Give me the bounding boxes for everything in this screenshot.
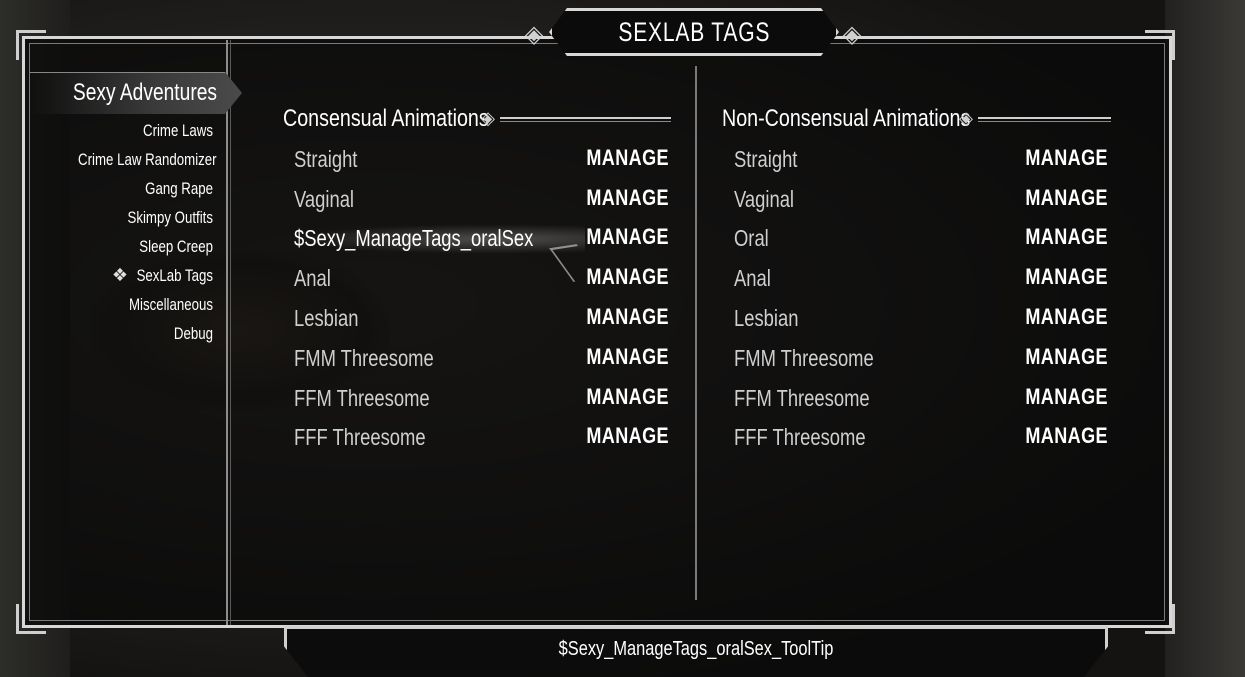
sidebar-item-sleep-creep[interactable]: Sleep Creep [78,235,213,259]
title-plate: SEXLAB TAGS [549,8,839,56]
consensual-manage-lesbian-button[interactable]: MANAGE [571,301,669,333]
consensual-manage-fff-button[interactable]: MANAGE [571,420,669,452]
consensual-manage-ffm-button[interactable]: MANAGE [571,381,669,413]
nonconsensual-row-label-oral: Oral [734,225,769,251]
sidebar-item-skimpy-outfits[interactable]: Skimpy Outfits [78,206,213,230]
sidebar-item-miscellaneous[interactable]: Miscellaneous [78,293,213,317]
sidebar-item-gang-rape[interactable]: Gang Rape [78,177,213,201]
nonconsensual-manage-fff-button[interactable]: MANAGE [1010,420,1108,452]
corner-ornament-top-left [16,30,46,60]
consensual-manage-fmm-button[interactable]: MANAGE [571,341,669,373]
corner-ornament-bottom-left [16,604,46,634]
nonconsensual-row-label-fff: FFF Threesome [734,424,866,450]
corner-ornament-top-right [1145,30,1175,60]
consensual-manage-oral-button[interactable]: MANAGE [571,221,669,253]
nonconsensual-heading-rule [978,117,1111,122]
consensual-row-label-fff: FFF Threesome [294,424,426,450]
consensual-heading-rule [500,117,671,122]
sidebar-mod-title[interactable]: Sexy Adventures [67,72,217,114]
nonconsensual-manage-lesbian-button[interactable]: MANAGE [1010,301,1108,333]
column-divider [695,66,697,600]
consensual-row-label-anal: Anal [294,265,331,291]
consensual-row-label-lesbian: Lesbian [294,305,359,331]
consensual-row-label-fmm: FMM Threesome [294,345,434,371]
consensual-heading: Consensual Animations [283,105,489,132]
nonconsensual-manage-oral-button[interactable]: MANAGE [1010,221,1108,253]
nonconsensual-row-label-ffm: FFM Threesome [734,385,870,411]
sidebar-item-crime-law-randomizer[interactable]: Crime Law Randomizer [78,148,217,172]
consensual-row-label-vaginal: Vaginal [294,186,355,212]
background-rock-right [1165,0,1245,677]
consensual-row-label-ffm: FFM Threesome [294,385,430,411]
sidebar-item-debug[interactable]: Debug [78,322,213,346]
title-right-ornament-icon: ◈ [842,20,862,48]
corner-ornament-bottom-right [1145,604,1175,634]
nonconsensual-manage-anal-button[interactable]: MANAGE [1010,261,1108,293]
nonconsensual-row-label-straight: Straight [734,146,798,172]
consensual-manage-straight-button[interactable]: MANAGE [571,142,669,174]
sidebar-divider [226,40,231,625]
nonconsensual-heading: Non-Consensual Animations [722,105,971,132]
consensual-manage-vaginal-button[interactable]: MANAGE [571,182,669,214]
consensual-row-label-straight: Straight [294,146,358,172]
nonconsensual-manage-ffm-button[interactable]: MANAGE [1010,381,1108,413]
nonconsensual-manage-vaginal-button[interactable]: MANAGE [1010,182,1108,214]
nonconsensual-manage-fmm-button[interactable]: MANAGE [1010,341,1108,373]
nonconsensual-row-label-vaginal: Vaginal [734,186,795,212]
consensual-row-label-oral: $Sexy_ManageTags_oralSex [294,225,534,251]
tooltip-text: $Sexy_ManageTags_oralSex_ToolTip [558,638,834,660]
title-left-ornament-icon: ◈ [524,20,544,48]
nonconsensual-heading-ornament-icon: ◈ [959,108,973,129]
sidebar-item-crime-laws[interactable]: Crime Laws [78,119,213,143]
nonconsensual-row-label-fmm: FMM Threesome [734,345,874,371]
consensual-heading-ornament-icon: ◈ [481,108,495,129]
nonconsensual-manage-straight-button[interactable]: MANAGE [1010,142,1108,174]
page-title: SEXLAB TAGS [618,16,770,47]
nonconsensual-row-label-lesbian: Lesbian [734,305,799,331]
nonconsensual-row-label-anal: Anal [734,265,771,291]
sidebar-item-sexlab-tags[interactable]: SexLab Tags [78,264,213,288]
